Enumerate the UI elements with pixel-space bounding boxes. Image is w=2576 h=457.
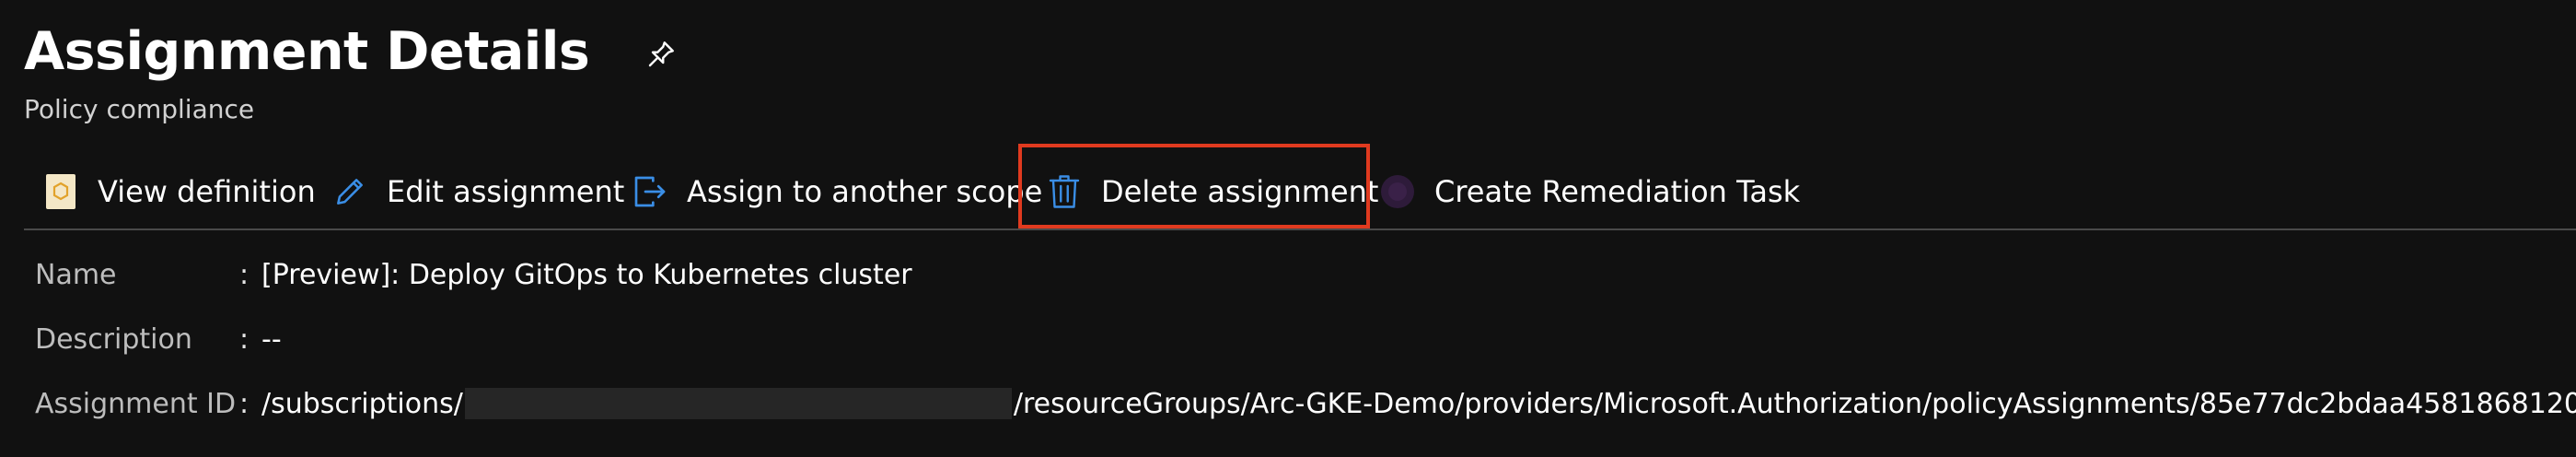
description-value: -- <box>261 322 282 356</box>
name-colon: : <box>239 258 249 291</box>
delete-assignment-highlight-box <box>1018 144 1370 228</box>
create-remediation-task-label: Create Remediation Task <box>1434 174 1801 209</box>
title-row: Assignment Details <box>24 17 679 87</box>
page-subtitle: Policy compliance <box>24 94 255 124</box>
description-row: Description : -- <box>35 316 282 362</box>
edit-assignment-button[interactable]: Edit assignment <box>330 155 624 228</box>
remediation-icon <box>1377 171 1418 212</box>
description-colon: : <box>239 322 249 356</box>
view-definition-label: View definition <box>98 174 316 209</box>
assignment-id-label: Assignment ID <box>35 387 237 420</box>
description-label: Description <box>35 322 192 356</box>
assign-to-another-scope-button[interactable]: Assign to another scope <box>630 155 1042 228</box>
assignment-id-value: /subscriptions/ /resourceGroups/Arc-GKE-D… <box>261 388 2576 420</box>
pencil-icon <box>330 171 370 212</box>
assign-to-another-scope-label: Assign to another scope <box>687 174 1043 209</box>
name-row: Name : [Preview]: Deploy GitOps to Kuber… <box>35 252 912 298</box>
view-definition-button[interactable]: View definition <box>41 155 316 228</box>
pin-icon[interactable] <box>643 36 679 73</box>
assignment-id-prefix: /subscriptions/ <box>261 387 463 420</box>
toolbar-divider <box>24 228 2576 230</box>
assignment-id-colon: : <box>239 387 249 420</box>
redacted-subscription-id <box>464 388 1012 419</box>
page-title: Assignment Details <box>24 21 590 82</box>
name-value: [Preview]: Deploy GitOps to Kubernetes c… <box>261 258 912 291</box>
page-header: Assignment Details Policy compliance <box>24 17 679 124</box>
create-remediation-task-button[interactable]: Create Remediation Task <box>1377 155 1800 228</box>
assignment-id-row: Assignment ID : /subscriptions/ /resource… <box>35 381 2576 427</box>
definition-document-icon <box>41 171 81 212</box>
assign-scope-icon <box>630 171 670 212</box>
edit-assignment-label: Edit assignment <box>387 174 625 209</box>
name-label: Name <box>35 258 117 291</box>
assignment-id-suffix: /resourceGroups/Arc-GKE-Demo/providers/M… <box>1013 387 2576 420</box>
